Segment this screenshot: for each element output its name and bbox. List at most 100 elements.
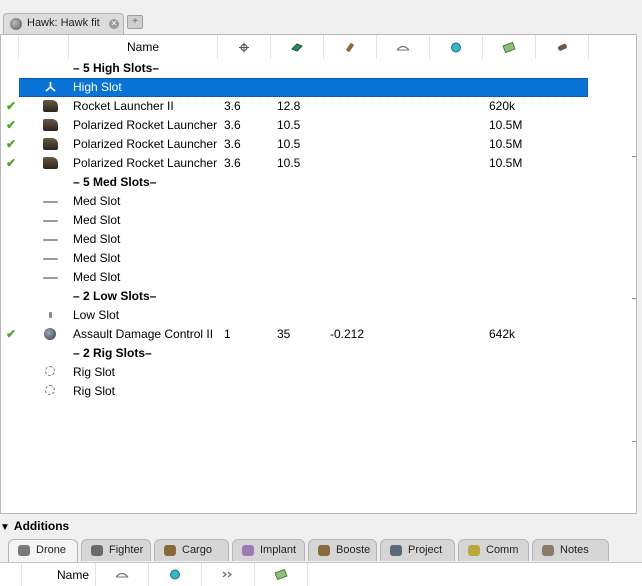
active-check-icon[interactable]: ✔ xyxy=(6,118,16,132)
fit-tab[interactable]: Hawk: Hawk fit ✕ xyxy=(3,13,124,34)
header-capacitor[interactable] xyxy=(324,35,377,59)
slot-group-header[interactable]: – 5 Med Slots– xyxy=(1,173,636,192)
add-header-name[interactable]: Name xyxy=(22,563,96,586)
med-slot-icon xyxy=(43,277,58,279)
empty-slot-row[interactable]: Rig Slot xyxy=(1,382,636,401)
powergrid-value: 12.8 xyxy=(277,99,301,113)
capacitor-icon xyxy=(346,42,354,52)
low-slot-icon xyxy=(49,312,52,318)
cpu-value: 3.6 xyxy=(224,137,241,151)
rocket-launcher-icon xyxy=(43,157,58,169)
additions-tab-drone[interactable]: Drone xyxy=(8,539,78,563)
powergrid-value: 10.5 xyxy=(277,137,301,151)
module-row[interactable]: ✔ Polarized Rocket Launcher 3.6 10.5 10.5M xyxy=(1,116,636,135)
capacitor-value: -0.212 xyxy=(330,327,365,341)
additions-tab-cargo[interactable]: Cargo xyxy=(154,539,229,561)
slot-group-header[interactable]: – 5 High Slots– xyxy=(1,59,636,78)
additions-tab-comm[interactable]: Comm xyxy=(458,539,529,561)
empty-slot-row[interactable]: Rig Slot xyxy=(1,363,636,382)
active-check-icon[interactable]: ✔ xyxy=(6,137,16,151)
new-tab-icon[interactable]: + xyxy=(127,15,143,29)
header-powergrid[interactable] xyxy=(271,35,324,59)
empty-slot-row[interactable]: Med Slot xyxy=(1,192,636,211)
add-header-state[interactable] xyxy=(0,563,22,586)
slot-group-header[interactable]: – 2 Low Slots– xyxy=(1,287,636,306)
header-price[interactable] xyxy=(483,35,536,59)
empty-slot-row[interactable]: Med Slot xyxy=(1,211,636,230)
booster-icon xyxy=(318,545,330,556)
speed-icon xyxy=(222,571,232,578)
add-header-price[interactable] xyxy=(255,563,308,586)
module-row[interactable]: ✔ Assault Damage Control II 1 35 -0.212 642k xyxy=(1,325,636,344)
rocket-launcher-icon xyxy=(43,138,58,150)
additions-header[interactable]: ▼ Additions xyxy=(0,519,69,533)
additions-tab-label: Cargo xyxy=(182,544,212,556)
add-header-optimal[interactable] xyxy=(149,563,202,586)
module-name: Low Slot xyxy=(73,308,120,322)
header-state[interactable] xyxy=(1,35,19,59)
fit-tab-strip: Hawk: Hawk fit ✕ + xyxy=(0,0,642,34)
splitter-mark xyxy=(632,298,636,299)
module-row[interactable]: ✔ Rocket Launcher II 3.6 12.8 620k xyxy=(1,97,636,116)
slot-group-label: – 5 High Slots– xyxy=(73,61,160,75)
additions-tab-label: Booste xyxy=(336,544,371,556)
active-check-icon[interactable]: ✔ xyxy=(6,156,16,170)
med-slot-icon xyxy=(43,239,58,241)
rig-slot-icon xyxy=(45,385,55,395)
rig-slot-icon xyxy=(45,366,55,376)
header-icon[interactable] xyxy=(19,35,69,59)
additions-tab-implant[interactable]: Implant xyxy=(232,539,305,561)
add-header-range[interactable] xyxy=(96,563,149,586)
ship-icon xyxy=(10,18,22,30)
empty-slot-row[interactable]: Low Slot xyxy=(1,306,636,325)
empty-slot-row[interactable]: Med Slot xyxy=(1,249,636,268)
price-icon xyxy=(502,41,516,53)
additions-title: Additions xyxy=(13,519,70,533)
empty-slot-row[interactable]: Med Slot xyxy=(1,230,636,249)
slot-group-label: – 2 Rig Slots– xyxy=(73,346,152,360)
slot-group-label: – 5 Med Slots– xyxy=(73,175,157,189)
powergrid-value: 10.5 xyxy=(277,118,301,132)
empty-slot-row[interactable]: High Slot xyxy=(1,78,636,97)
additions-tab-project[interactable]: Project xyxy=(380,539,455,561)
med-slot-icon xyxy=(43,258,58,260)
add-header-name-label: Name xyxy=(56,567,89,582)
header-optimal[interactable] xyxy=(430,35,483,59)
fit-tab-title: Hawk: Hawk fit xyxy=(27,17,100,29)
cpu-value: 3.6 xyxy=(224,99,241,113)
powergrid-value: 10.5 xyxy=(277,156,301,170)
active-check-icon[interactable]: ✔ xyxy=(6,99,16,113)
notes-icon xyxy=(542,545,554,556)
slot-group-header[interactable]: – 2 Rig Slots– xyxy=(1,344,636,363)
module-row[interactable]: ✔ Polarized Rocket Launcher 3.6 10.5 10.5M xyxy=(1,154,636,173)
additions-tab-notes[interactable]: Notes xyxy=(532,539,609,561)
additions-tab-booste[interactable]: Booste xyxy=(308,539,377,561)
optimal-icon xyxy=(170,569,180,580)
range-icon xyxy=(115,572,129,578)
ammo-icon xyxy=(557,43,567,51)
cpu-icon xyxy=(239,42,249,52)
header-range[interactable] xyxy=(377,35,430,59)
med-slot-icon xyxy=(43,201,58,203)
module-name: Rig Slot xyxy=(73,384,116,398)
price-value: 642k xyxy=(489,327,516,341)
optimal-icon xyxy=(451,42,461,52)
cpu-value: 1 xyxy=(224,327,231,341)
projected-icon xyxy=(390,545,402,556)
powergrid-icon xyxy=(291,42,303,52)
collapse-triangle-icon[interactable]: ▼ xyxy=(0,522,10,533)
active-check-icon[interactable]: ✔ xyxy=(6,327,16,341)
module-row[interactable]: ✔ Polarized Rocket Launcher 3.6 10.5 10.5M xyxy=(1,135,636,154)
additions-tab-fighter[interactable]: Fighter xyxy=(81,539,151,561)
empty-slot-row[interactable]: Med Slot xyxy=(1,268,636,287)
header-ammo[interactable] xyxy=(536,35,589,59)
cpu-value: 3.6 xyxy=(224,156,241,170)
header-name[interactable]: Name xyxy=(69,35,218,59)
cargo-icon xyxy=(164,545,176,556)
fitting-view: Name – 5 High Slots– High Slot ✔ Rocket Lau… xyxy=(0,34,637,514)
close-icon[interactable]: ✕ xyxy=(109,19,119,29)
price-icon xyxy=(274,569,288,580)
additions-view: Name xyxy=(0,562,642,586)
add-header-speed[interactable] xyxy=(202,563,255,586)
header-cpu[interactable] xyxy=(218,35,271,59)
